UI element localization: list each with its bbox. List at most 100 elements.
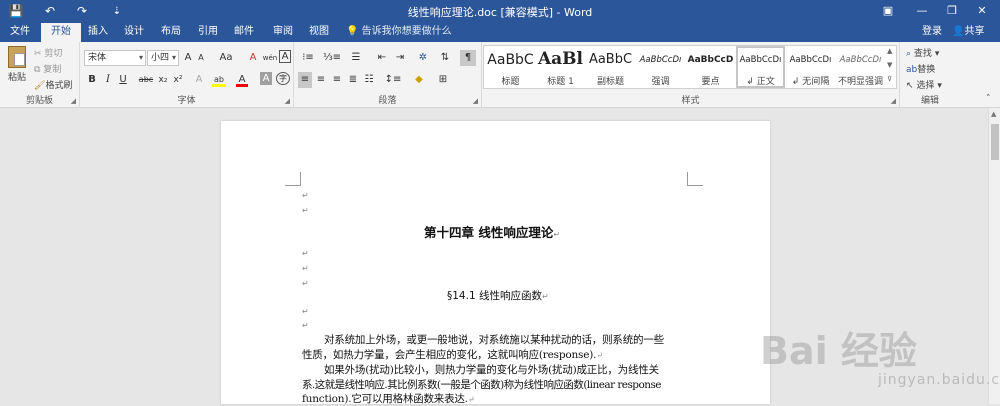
style-emphasis[interactable]: AaBbCcDı 强调	[636, 46, 685, 88]
redo-icon[interactable]: ↷	[72, 3, 92, 20]
character-border-button[interactable]: A	[279, 50, 291, 63]
align-center-icon[interactable]: ≡	[314, 72, 328, 88]
chapter-title[interactable]: 第十四章 线性响应理论↵	[424, 222, 560, 241]
clipboard-dialog-launcher-icon[interactable]: ◢	[71, 97, 76, 105]
borders-icon[interactable]: ⊞	[434, 72, 452, 88]
strikethrough-button[interactable]: abc	[138, 72, 154, 88]
body-line[interactable]: 如果外场(扰动)比较小，则热力学量的变化与外场(扰动)成正比，为线性关	[324, 362, 659, 377]
paragraph-mark: ↵	[541, 292, 549, 301]
enclose-characters-button[interactable]: 字	[276, 72, 290, 85]
tell-me-search[interactable]: 💡 告诉我你想要做什么	[346, 23, 452, 42]
chevron-down-icon: ▾	[171, 53, 176, 62]
font-dialog-launcher-icon[interactable]: ◢	[285, 97, 290, 105]
grow-font-button[interactable]: A	[182, 50, 194, 66]
cut-button[interactable]: ✂ 剪切	[34, 46, 62, 59]
superscript-button[interactable]: x²	[171, 72, 185, 88]
ribbon: 粘贴 ✂ 剪切 ⧉ 复制 🖌格式刷 剪贴板 ◢ 宋体 ▾ 小四 ▾ A A Aa A…	[0, 42, 1000, 108]
style-name: 标题	[501, 77, 520, 87]
clear-formatting-button[interactable]: A	[246, 50, 260, 66]
align-left-icon[interactable]: ≡	[298, 72, 312, 88]
italic-button[interactable]: I	[102, 72, 114, 88]
tab-insert[interactable]: 插入	[80, 23, 116, 42]
bullets-icon[interactable]: ⁝≡	[298, 50, 318, 66]
body-line[interactable]: 对系统加上外场，或更一般地说，对系统施以某种扰动的话，则系统的一些	[324, 332, 664, 347]
minimize-icon[interactable]: —	[908, 2, 936, 20]
style-normal[interactable]: AaBbCcDı ↲ 正文	[736, 46, 785, 88]
show-marks-icon[interactable]: ¶	[460, 50, 476, 66]
bold-button[interactable]: B	[86, 72, 98, 88]
find-button[interactable]: ⌕ 查找 ▾	[906, 46, 939, 59]
scrollbar-thumb[interactable]	[991, 124, 999, 160]
styles-scroll-up-icon[interactable]: ▲	[887, 47, 892, 55]
paragraph-dialog-launcher-icon[interactable]: ◢	[473, 97, 478, 105]
decrease-indent-icon[interactable]: ⇤	[374, 50, 390, 66]
font-family-value: 宋体	[88, 53, 107, 63]
align-right-icon[interactable]: ≡	[330, 72, 344, 88]
body-line[interactable]: 系.这就是线性响应.其比例系数(一般是个函数)称为线性响应函数(linear r…	[302, 377, 662, 392]
style-strong[interactable]: AaBbCcD 要点	[686, 46, 735, 88]
font-size-select[interactable]: 小四 ▾	[147, 50, 179, 66]
login-link[interactable]: 登录	[922, 23, 942, 41]
subscript-button[interactable]: x₂	[156, 72, 170, 88]
tab-file[interactable]: 文件	[0, 23, 40, 42]
style-no-spacing[interactable]: AaBbCcDı ↲ 无间隔	[786, 46, 835, 88]
justify-icon[interactable]: ≣	[346, 72, 360, 88]
multilevel-list-icon[interactable]: ☰	[346, 50, 366, 66]
undo-icon[interactable]: ↶	[40, 3, 60, 20]
tab-layout[interactable]: 布局	[152, 23, 190, 42]
close-icon[interactable]: ✕	[968, 2, 996, 20]
section-title[interactable]: §14.1 线性响应函数↵	[447, 288, 549, 303]
vertical-scrollbar[interactable]: ▲	[988, 108, 1000, 404]
tab-view[interactable]: 视图	[300, 23, 338, 42]
style-subtle-emphasis[interactable]: AaBbCcDı 不明显强调	[836, 46, 885, 88]
select-button[interactable]: ↖ 选择 ▾	[906, 78, 942, 91]
style-title[interactable]: AaBbC 标题	[486, 46, 535, 88]
style-subtitle[interactable]: AaBbC 副标题	[586, 46, 635, 88]
paste-button[interactable]: 粘贴	[4, 44, 30, 88]
distributed-icon[interactable]: ☷	[362, 72, 376, 88]
tab-home[interactable]: 开始	[41, 23, 81, 42]
customize-quick-access-icon[interactable]: ⇣	[107, 3, 127, 20]
paragraph-group: ⁝≡ ⅓≡ ☰ ⇤ ⇥ ✲ ⇅ ¶ ≡ ≡ ≡ ≣ ☷ ↕≡ ◆ ⊞ 段落 ◢	[294, 42, 482, 108]
style-name: ↲ 正文	[746, 77, 775, 87]
scroll-up-icon[interactable]: ▲	[991, 110, 996, 118]
style-name: 强调	[651, 77, 670, 87]
shading-icon[interactable]: ◆	[410, 72, 428, 88]
replace-button[interactable]: ab替换	[906, 62, 935, 75]
format-painter-label: 格式刷	[45, 81, 73, 91]
tab-review[interactable]: 审阅	[264, 23, 302, 42]
character-shading-button[interactable]: A	[260, 72, 272, 85]
text-effects-button[interactable]: A	[192, 72, 206, 88]
tab-mailings[interactable]: 邮件	[226, 23, 262, 42]
numbering-icon[interactable]: ⅓≡	[322, 50, 342, 66]
paragraph-mark: ↵	[302, 279, 309, 288]
font-color-button[interactable]: A	[236, 72, 248, 87]
font-family-select[interactable]: 宋体 ▾	[84, 50, 146, 66]
body-line[interactable]: 性质，如热力学量，会产生相应的变化，这就叫响应(response).↵	[302, 347, 603, 362]
change-case-button[interactable]: Aa	[216, 50, 236, 66]
highlight-color-button[interactable]: ab	[212, 72, 226, 87]
paintbrush-icon: 🖌	[34, 81, 46, 91]
collapse-ribbon-icon[interactable]: ˄	[986, 94, 991, 104]
styles-dialog-launcher-icon[interactable]: ◢	[891, 97, 896, 105]
copy-button[interactable]: ⧉ 复制	[34, 62, 61, 75]
styles-scroll-down-icon[interactable]: ▼	[887, 61, 892, 69]
restore-icon[interactable]: ❐	[938, 2, 966, 20]
style-heading-1[interactable]: AaBl 标题 1	[536, 46, 585, 88]
tab-references[interactable]: 引用	[190, 23, 226, 42]
chinese-layout-icon[interactable]: ✲	[414, 50, 432, 66]
underline-button[interactable]: U	[117, 72, 129, 88]
cursor-icon: ↖	[906, 81, 914, 91]
ribbon-display-options-icon[interactable]: ▣	[874, 2, 902, 20]
styles-more-icon[interactable]: ⊽	[887, 75, 892, 83]
increase-indent-icon[interactable]: ⇥	[392, 50, 408, 66]
save-icon[interactable]: 💾	[6, 3, 26, 20]
sort-icon[interactable]: ⇅	[438, 50, 452, 66]
format-painter-button[interactable]: 🖌格式刷	[34, 78, 72, 91]
share-button[interactable]: 👤共享	[952, 23, 984, 41]
shrink-font-button[interactable]: A	[195, 50, 207, 66]
phonetic-guide-button[interactable]: wén	[262, 50, 278, 66]
document-page[interactable]: ↵ ↵ 第十四章 线性响应理论↵ ↵ ↵ ↵ §14.1 线性响应函数↵ ↵ ↵…	[221, 121, 770, 405]
tab-design[interactable]: 设计	[116, 23, 152, 42]
line-spacing-icon[interactable]: ↕≡	[384, 72, 402, 88]
